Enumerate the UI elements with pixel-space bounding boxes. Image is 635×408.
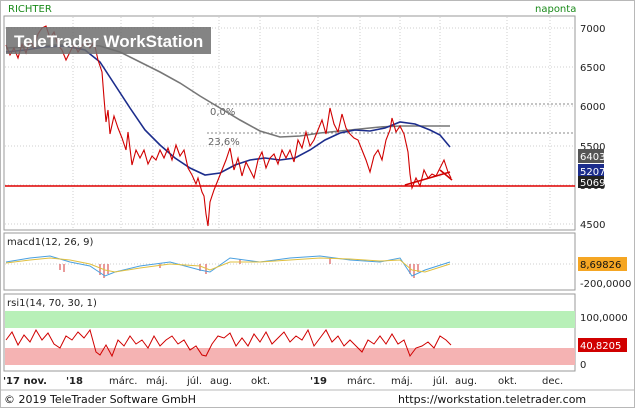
macd-label: macd1(12, 26, 9) [7, 237, 94, 248]
time-tick: okt. [251, 376, 270, 387]
time-tick: dec. [542, 376, 563, 387]
time-tick: márc. [109, 375, 137, 387]
time-tick: máj. [391, 375, 413, 387]
time-axis: '17 nov. '18 márc. máj. júl. aug. okt. '… [3, 375, 563, 387]
macd-line [5, 255, 451, 277]
fib-level-236: 23,6% [208, 137, 240, 148]
tag-slow-ma: 6403 [580, 152, 605, 163]
time-tick: júl. [432, 375, 448, 387]
rsi-value-tag: 40,8205 [580, 341, 621, 352]
rsi-overbought-zone [5, 311, 575, 328]
rsi-oversold-zone [5, 348, 575, 365]
period-label: naponta [535, 4, 576, 15]
slow-moving-average-line [5, 43, 450, 138]
time-tick: '18 [66, 376, 83, 387]
time-tick: '19 [310, 376, 327, 387]
time-tick: okt. [498, 376, 517, 387]
rsi-tick-high: 100,0000 [580, 313, 628, 324]
price-tick: 6000 [580, 102, 605, 113]
time-tick: aug. [210, 376, 232, 387]
time-tick: júl. [186, 375, 202, 387]
macd-value-tag: 8,69826 [580, 260, 621, 271]
macd-tick-low: -200,0000 [580, 279, 631, 290]
rsi-tick-low: 0 [580, 360, 586, 371]
trendline-annotation [404, 169, 453, 186]
time-tick: '17 nov. [3, 376, 47, 387]
symbol-label: RICHTER [8, 4, 52, 15]
price-tick: 6500 [580, 63, 605, 74]
copyright-text: © 2019 TeleTrader Software GmbH [4, 393, 196, 406]
footer-url-link[interactable]: https://workstation.teletrader.com [398, 393, 586, 406]
price-tags: 6403 5207 5069 [578, 149, 605, 189]
fib-level-0: 0,0% [210, 107, 235, 118]
time-tick: máj. [146, 375, 168, 387]
chart-canvas: RICHTER naponta 0,0% 23,6% 7000 6500 600… [0, 4, 635, 406]
time-tick: márc. [347, 375, 375, 387]
price-axis: 7000 6500 6000 5500 5000 4500 [580, 24, 605, 231]
rsi-label: rsi1(14, 70, 30, 1) [7, 298, 97, 309]
macd-signal-line [5, 257, 451, 273]
price-tick: 7000 [580, 24, 605, 35]
price-tick: 4500 [580, 220, 605, 231]
tag-price: 5069 [580, 178, 605, 189]
time-tick: aug. [455, 376, 477, 387]
watermark-text: TeleTrader WorkStation [14, 32, 203, 51]
